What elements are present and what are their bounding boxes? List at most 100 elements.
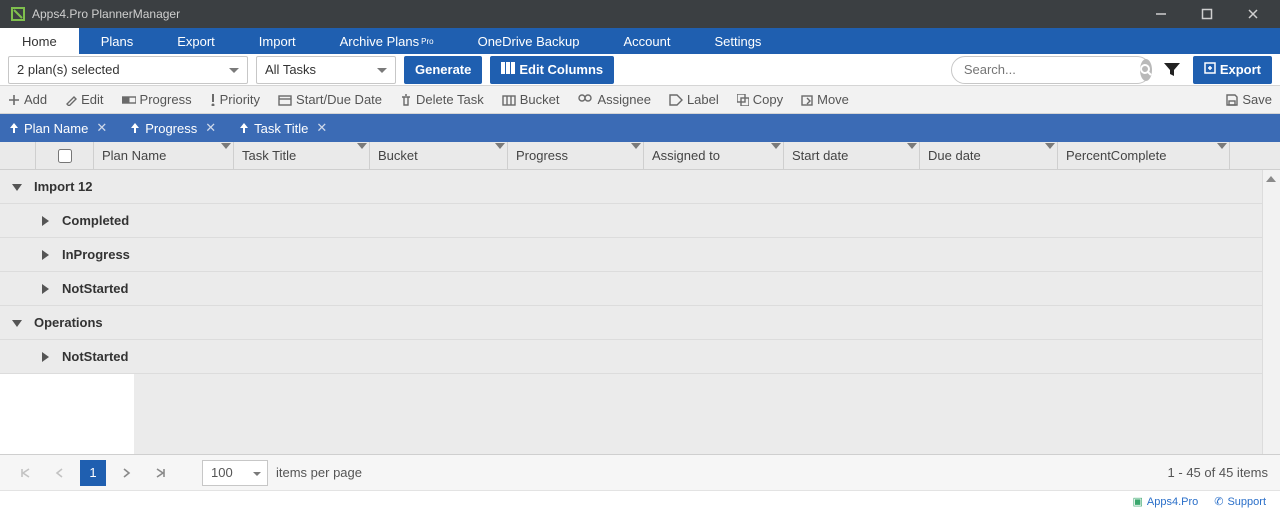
column-header-task-title[interactable]: Task Title: [234, 142, 370, 169]
copy-action[interactable]: Copy: [737, 92, 783, 107]
app-title: Apps4.Pro PlannerManager: [32, 7, 1138, 21]
column-filter-icon[interactable]: [907, 141, 917, 156]
remove-group-icon[interactable]: ✕: [205, 120, 216, 136]
group-row[interactable]: Operations: [0, 306, 1262, 340]
remove-group-icon[interactable]: ✕: [316, 120, 327, 136]
nav-tab-import[interactable]: Import: [237, 28, 318, 54]
nav-tab-account[interactable]: Account: [601, 28, 692, 54]
label-action[interactable]: Label: [669, 92, 719, 107]
column-header-progress[interactable]: Progress: [508, 142, 644, 169]
column-filter-icon[interactable]: [771, 141, 781, 156]
progress-action[interactable]: Progress: [122, 92, 192, 107]
plan-select[interactable]: 2 plan(s) selected: [8, 56, 248, 84]
generate-button[interactable]: Generate: [404, 56, 482, 84]
nav-tab-export[interactable]: Export: [155, 28, 237, 54]
expand-icon[interactable]: [40, 250, 54, 260]
add-action[interactable]: Add: [8, 92, 47, 107]
sort-asc-icon: [131, 123, 139, 133]
edit-columns-label: Edit Columns: [519, 62, 603, 77]
group-chip[interactable]: Progress ✕: [131, 120, 216, 136]
column-filter-icon[interactable]: [221, 141, 231, 156]
column-header-percent[interactable]: PercentComplete: [1058, 142, 1230, 169]
expand-icon[interactable]: [40, 284, 54, 294]
expand-icon[interactable]: [40, 216, 54, 226]
column-filter-icon[interactable]: [631, 141, 641, 156]
maximize-button[interactable]: [1184, 0, 1230, 28]
search-box[interactable]: [951, 56, 1151, 84]
nav-tab-home[interactable]: Home: [0, 28, 79, 54]
collapse-icon[interactable]: [12, 182, 26, 192]
columns-icon: [501, 62, 515, 77]
pager-first[interactable]: [12, 460, 38, 486]
remove-group-icon[interactable]: ✕: [96, 120, 107, 136]
brand-icon: ▣: [1132, 495, 1142, 508]
minimize-button[interactable]: [1138, 0, 1184, 28]
column-header-start[interactable]: Start date: [784, 142, 920, 169]
group-chip[interactable]: Task Title ✕: [240, 120, 327, 136]
pager-summary: 1 - 45 of 45 items: [1168, 465, 1268, 480]
pager-next[interactable]: [114, 460, 140, 486]
grid-body[interactable]: Import 12 Completed InProgress NotStarted Op…: [0, 170, 1262, 454]
column-header-plan-name[interactable]: Plan Name: [94, 142, 234, 169]
pager-prev[interactable]: [46, 460, 72, 486]
pager-last[interactable]: [148, 460, 174, 486]
task-filter-select[interactable]: All Tasks: [256, 56, 396, 84]
group-label: Import 12: [34, 179, 93, 194]
pager-current[interactable]: 1: [80, 460, 106, 486]
export-button[interactable]: Export: [1193, 56, 1272, 84]
nav-tab-onedrive-backup[interactable]: OneDrive Backup: [456, 28, 602, 54]
column-label: Bucket: [378, 148, 418, 163]
priority-action[interactable]: Priority: [210, 92, 260, 107]
start-due-action[interactable]: Start/Due Date: [278, 92, 382, 107]
vertical-scrollbar[interactable]: [1262, 170, 1280, 454]
edit-columns-button[interactable]: Edit Columns: [490, 56, 614, 84]
filter-icon[interactable]: [1159, 57, 1185, 83]
group-row[interactable]: Completed: [0, 204, 1262, 238]
column-header-bucket[interactable]: Bucket: [370, 142, 508, 169]
column-filter-icon[interactable]: [495, 141, 505, 156]
group-chip-label: Plan Name: [24, 121, 88, 136]
group-chip[interactable]: Plan Name ✕: [10, 120, 107, 136]
edit-action[interactable]: Edit: [65, 92, 103, 107]
expand-icon[interactable]: [40, 352, 54, 362]
per-page-label: items per page: [276, 465, 362, 480]
group-row[interactable]: Import 12: [0, 170, 1262, 204]
assignee-action[interactable]: Assignee: [577, 92, 650, 107]
group-label: Completed: [62, 213, 129, 228]
column-header-due[interactable]: Due date: [920, 142, 1058, 169]
pro-badge: Pro: [421, 37, 433, 46]
select-all-checkbox[interactable]: [58, 149, 72, 163]
nav-tab-plans[interactable]: Plans: [79, 28, 156, 54]
column-filter-icon[interactable]: [1045, 141, 1055, 156]
footer-brand-link[interactable]: ▣ Apps4.Pro: [1132, 495, 1198, 508]
move-action[interactable]: Move: [801, 92, 849, 107]
column-filter-icon[interactable]: [1217, 141, 1227, 156]
footer-support-link[interactable]: ✆ Support: [1214, 495, 1266, 508]
group-label: Operations: [34, 315, 103, 330]
column-label: Plan Name: [102, 148, 166, 163]
search-icon[interactable]: [1140, 59, 1152, 81]
collapse-icon[interactable]: [12, 318, 26, 328]
column-header-assigned[interactable]: Assigned to: [644, 142, 784, 169]
chevron-down-icon: [377, 62, 387, 77]
group-chip-label: Task Title: [254, 121, 308, 136]
save-action[interactable]: Save: [1226, 92, 1272, 107]
nav-tab-archive-plans[interactable]: Archive PlansPro: [318, 28, 456, 54]
generate-label: Generate: [415, 62, 471, 77]
group-chip-label: Progress: [145, 121, 197, 136]
delete-action[interactable]: Delete Task: [400, 92, 484, 107]
page-size-select[interactable]: 100: [202, 460, 268, 486]
pager: 1 100 items per page 1 - 45 of 45 items: [0, 454, 1280, 490]
nav-tab-settings[interactable]: Settings: [692, 28, 783, 54]
close-button[interactable]: [1230, 0, 1276, 28]
group-row[interactable]: InProgress: [0, 238, 1262, 272]
group-row[interactable]: NotStarted: [0, 340, 1262, 374]
column-filter-icon[interactable]: [357, 141, 367, 156]
group-label: InProgress: [62, 247, 130, 262]
column-label: Assigned to: [652, 148, 720, 163]
app-icon: [10, 6, 26, 22]
search-input[interactable]: [964, 62, 1140, 77]
group-row[interactable]: NotStarted: [0, 272, 1262, 306]
sort-asc-icon: [10, 123, 18, 133]
bucket-action[interactable]: Bucket: [502, 92, 560, 107]
